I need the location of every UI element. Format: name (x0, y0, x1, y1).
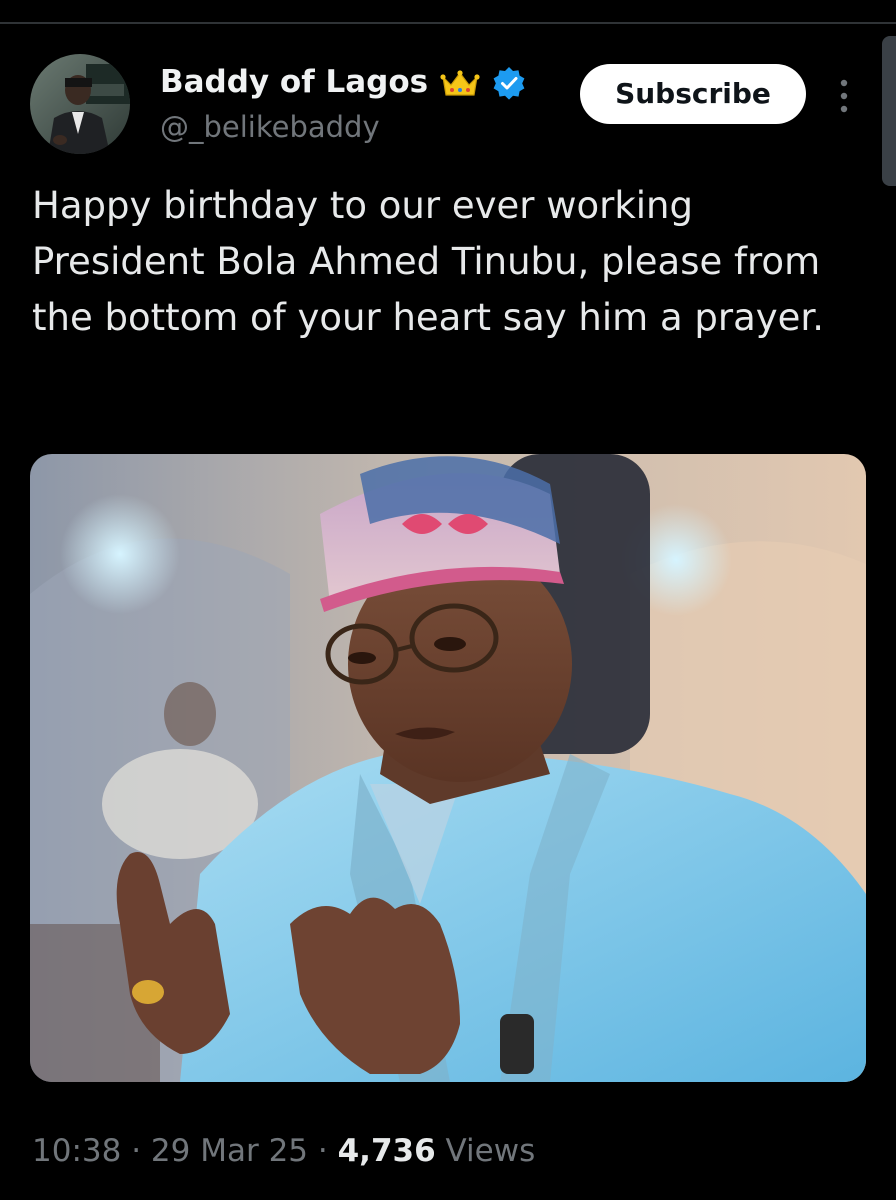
meta-separator: · (131, 1133, 142, 1169)
display-name[interactable]: Baddy of Lagos (160, 64, 428, 100)
scrollbar-thumb[interactable] (882, 36, 896, 186)
verified-icon[interactable] (492, 66, 526, 100)
subscribe-button[interactable]: Subscribe (580, 64, 806, 124)
tweet-photo[interactable] (30, 454, 866, 1082)
meta-separator: · (317, 1133, 328, 1169)
views-label[interactable]: Views (446, 1133, 536, 1169)
tweet-date[interactable]: 29 Mar 25 (151, 1133, 308, 1169)
author-handle[interactable]: @_belikebaddy (160, 110, 380, 144)
avatar[interactable] (30, 54, 130, 154)
tweet-time[interactable]: 10:38 (32, 1133, 121, 1169)
top-divider (0, 22, 896, 24)
views-count[interactable]: 4,736 (338, 1133, 436, 1169)
more-vertical-icon[interactable] (834, 78, 854, 114)
crown-icon (440, 69, 480, 99)
tweet-text: Happy birthday to our ever working Presi… (32, 184, 824, 339)
tweet-meta: 10:38 · 29 Mar 25 · 4,736 Views (32, 1133, 535, 1169)
